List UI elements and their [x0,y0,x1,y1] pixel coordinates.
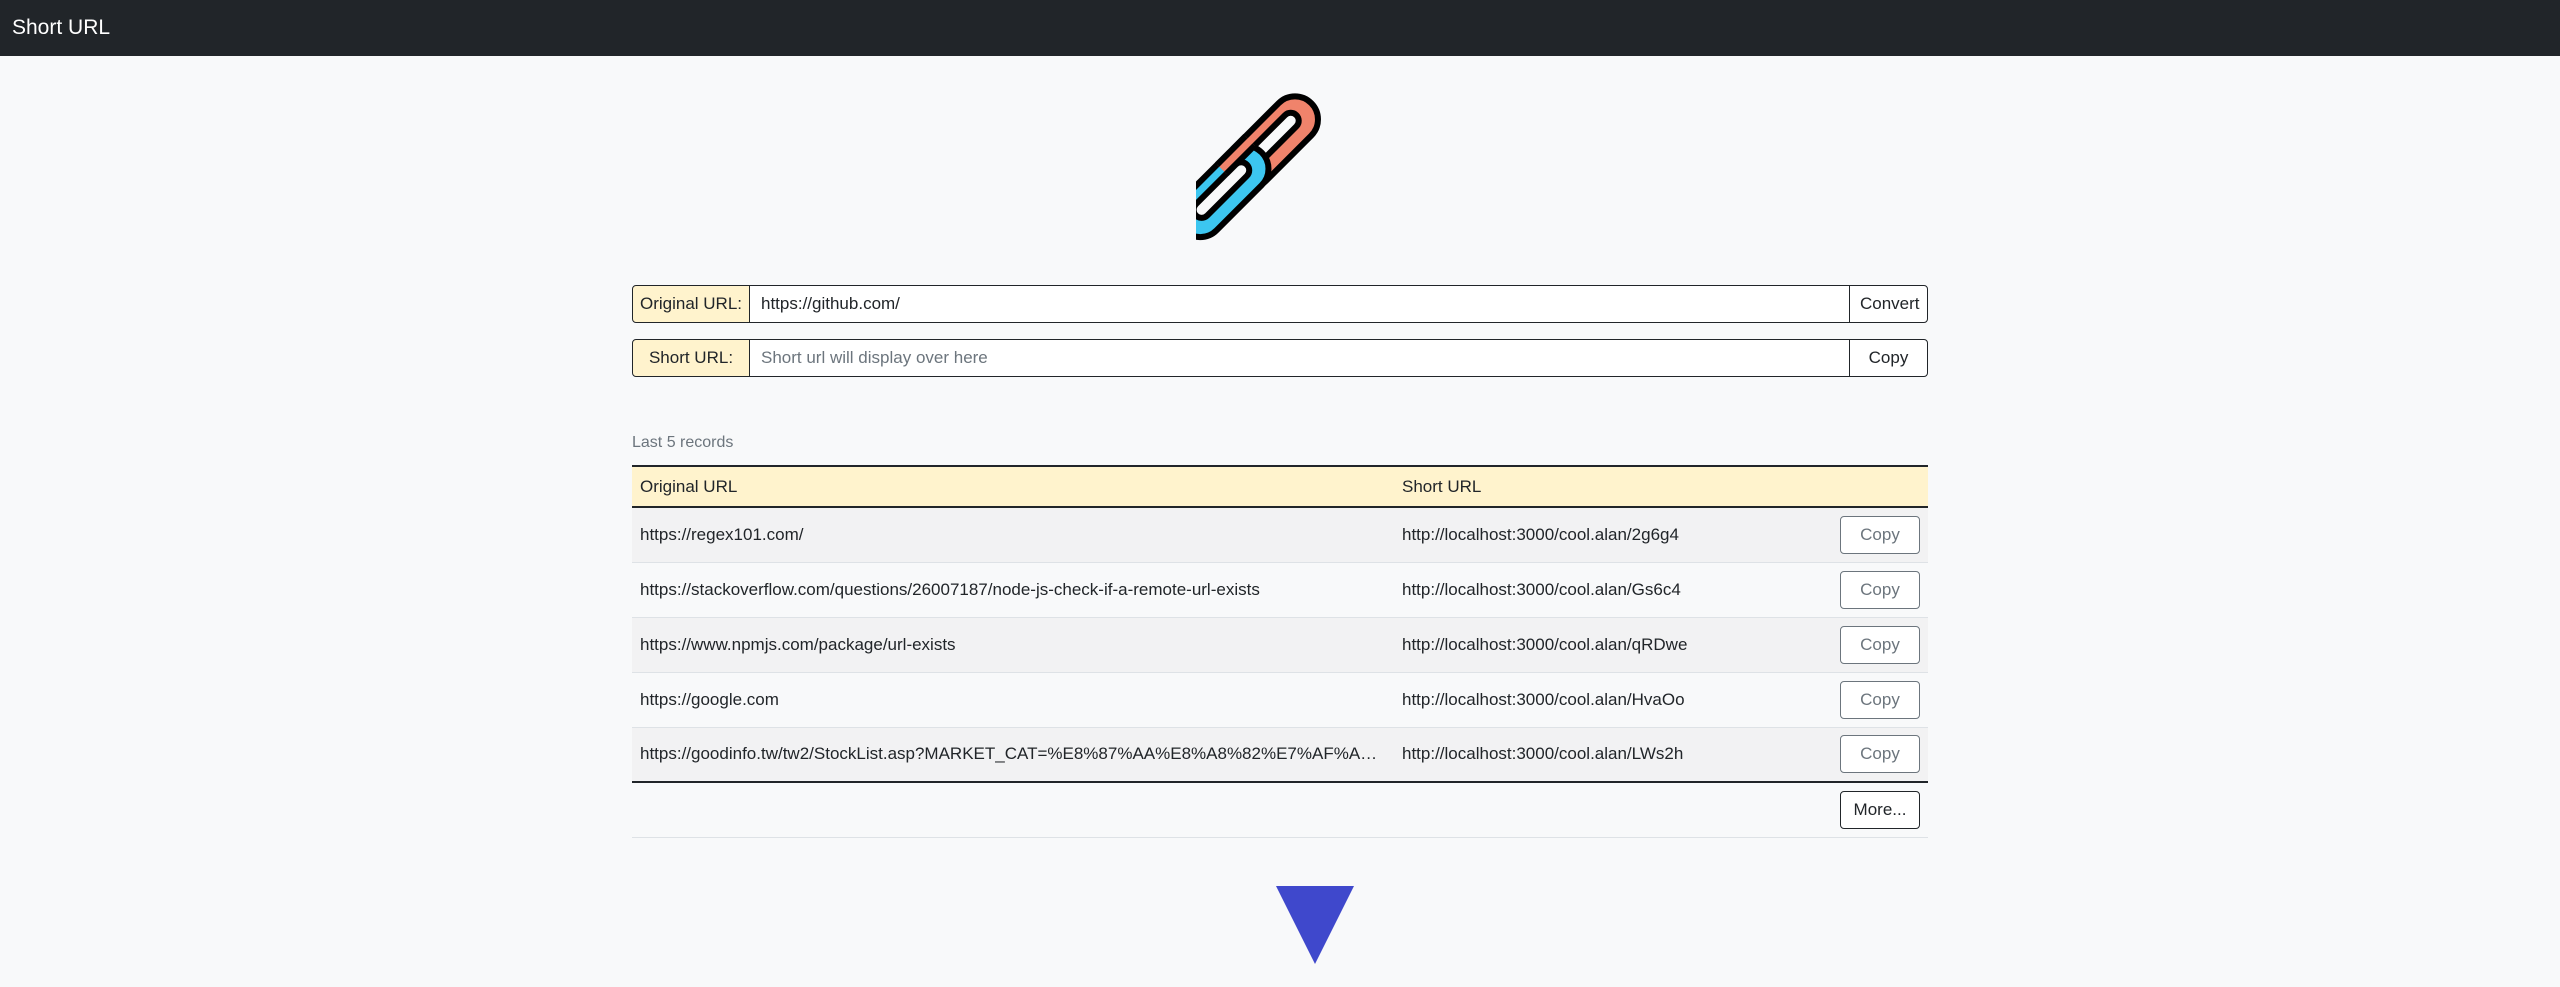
short-url-label: Short URL: [632,339,750,377]
original-url-group: Original URL: Convert [632,285,1928,323]
table-row: https://www.npmjs.com/package/url-exists… [632,617,1928,673]
navbar-brand[interactable]: Short URL [12,16,110,40]
short-url-group: Short URL: Copy [632,339,1928,377]
table-header-row: Original URL Short URL [632,465,1928,508]
row-original-url: https://www.npmjs.com/package/url-exists [632,617,1394,673]
header-action [1814,465,1928,508]
table-row: https://regex101.com/ http://localhost:3… [632,507,1928,563]
row-copy-button[interactable]: Copy [1840,515,1920,554]
table-row: https://google.com http://localhost:3000… [632,672,1928,728]
original-url-input[interactable] [750,285,1849,323]
copy-short-url-button[interactable]: Copy [1849,339,1928,377]
header-short-url: Short URL [1394,465,1814,508]
triangle-down-icon[interactable] [1274,884,1356,966]
header-original-url: Original URL [632,465,1394,508]
row-copy-button[interactable]: Copy [1840,735,1920,774]
row-original-url: https://google.com [632,672,1394,728]
row-short-url: http://localhost:3000/cool.alan/qRDwe [1394,617,1814,673]
row-short-url: http://localhost:3000/cool.alan/2g6g4 [1394,507,1814,563]
row-copy-button[interactable]: Copy [1840,680,1920,719]
short-url-input[interactable] [750,339,1849,377]
records-table: Original URL Short URL https://regex101.… [632,465,1928,838]
row-short-url: http://localhost:3000/cool.alan/LWs2h [1394,727,1814,783]
table-footer-row: More... [632,782,1928,838]
row-original-url: https://goodinfo.tw/tw2/StockList.asp?MA… [632,727,1394,783]
chain-link-icon [1174,84,1360,248]
original-url-label: Original URL: [632,285,750,323]
row-original-url: https://regex101.com/ [632,507,1394,563]
row-copy-button[interactable]: Copy [1840,625,1920,664]
table-row: https://goodinfo.tw/tw2/StockList.asp?MA… [632,727,1928,783]
row-short-url: http://localhost:3000/cool.alan/Gs6c4 [1394,562,1814,618]
row-short-url: http://localhost:3000/cool.alan/HvaOo [1394,672,1814,728]
row-original-url: https://stackoverflow.com/questions/2600… [632,562,1394,618]
navbar: Short URL [0,0,2560,56]
row-copy-button[interactable]: Copy [1840,570,1920,609]
more-button[interactable]: More... [1840,790,1920,829]
table-row: https://stackoverflow.com/questions/2600… [632,562,1928,618]
records-caption: Last 5 records [632,434,734,451]
convert-button[interactable]: Convert [1849,285,1928,323]
